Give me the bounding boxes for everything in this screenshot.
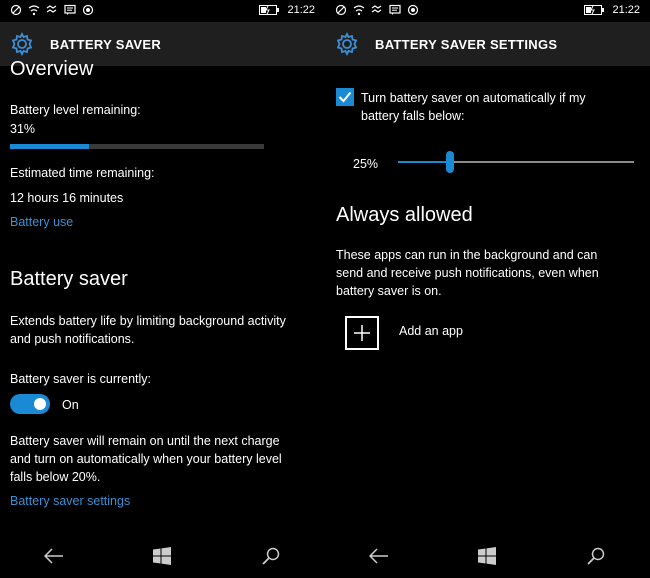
battery-use-link[interactable]: Battery use [10, 215, 73, 229]
auto-saver-checkbox[interactable] [336, 88, 354, 106]
estimated-time-label: Estimated time remaining: [10, 166, 155, 180]
toggle-knob [34, 398, 46, 410]
vibrate-icon [371, 4, 383, 16]
estimated-time-value: 12 hours 16 minutes [10, 191, 124, 205]
add-app-button[interactable] [345, 316, 379, 350]
saver-description-line-1: Extends battery life by limiting backgro… [10, 314, 286, 328]
remain-text-line-3: falls below 20%. [10, 470, 101, 484]
battery-saver-toggle[interactable] [10, 394, 50, 414]
windows-icon[interactable] [475, 544, 499, 568]
allowed-description-line-2: send and receive push notifications, eve… [336, 266, 599, 280]
battery-saver-settings-link[interactable]: Battery saver settings [10, 494, 130, 508]
search-icon[interactable] [259, 544, 283, 568]
always-allowed-heading: Always allowed [336, 204, 473, 226]
status-time: 21:22 [287, 4, 315, 16]
signal-icon [335, 4, 347, 16]
settings-content: Turn battery saver on automatically if m… [325, 66, 650, 534]
add-app-label[interactable]: Add an app [399, 322, 463, 340]
threshold-slider-fill [398, 161, 450, 163]
nav-bar [0, 534, 325, 578]
battery-level-value: 31% [10, 122, 36, 136]
battery-charging-icon [584, 5, 605, 15]
battery-charging-icon [259, 5, 280, 15]
checkbox-label-line-1: Turn battery saver on automatically if m… [361, 91, 586, 105]
saver-currently-label: Battery saver is currently: [10, 372, 152, 386]
battery-saver-heading: Battery saver [10, 268, 128, 290]
signal-icon [10, 4, 22, 16]
allowed-description-line-3: battery saver is on. [336, 284, 442, 298]
remain-text-line-2: and turn on automatically when your batt… [10, 452, 282, 466]
allowed-description-line-1: These apps can run in the background and… [336, 248, 598, 262]
page-title: BATTERY SAVER [50, 36, 162, 52]
gear-icon[interactable] [10, 31, 34, 57]
status-bar: 21:22 [0, 0, 325, 22]
gear-icon[interactable] [335, 31, 359, 57]
search-icon[interactable] [584, 544, 608, 568]
nav-bar [325, 534, 650, 578]
remain-text-line-1: Battery saver will remain on until the n… [10, 434, 280, 448]
overview-heading: Overview [10, 58, 94, 80]
message-icon [389, 4, 401, 16]
battery-saver-settings-screen: 21:22 BATTERY SAVER SETTINGS Turn batter… [325, 0, 650, 578]
checkmark-icon [338, 91, 352, 103]
windows-icon[interactable] [150, 544, 174, 568]
status-bar: 21:22 [325, 0, 650, 22]
battery-level-bar [10, 144, 264, 149]
toggle-state-label: On [62, 398, 79, 412]
wifi-icon [28, 4, 40, 16]
location-icon [407, 4, 419, 16]
back-icon[interactable] [42, 544, 66, 568]
slider-value-label: 25% [353, 157, 379, 171]
page-title: BATTERY SAVER SETTINGS [375, 36, 558, 52]
checkbox-label-line-2: battery falls below: [361, 109, 465, 123]
vibrate-icon [46, 4, 58, 16]
back-icon[interactable] [367, 544, 391, 568]
threshold-slider-thumb[interactable] [445, 151, 454, 173]
plus-icon [354, 325, 370, 341]
saver-description-line-2: and push notifications. [10, 332, 135, 346]
battery-level-label: Battery level remaining: [10, 103, 141, 117]
battery-saver-content: Overview Battery level remaining: 31% Es… [0, 58, 325, 534]
battery-level-fill [10, 144, 89, 149]
status-time: 21:22 [612, 4, 640, 16]
message-icon [64, 4, 76, 16]
battery-saver-screen: 21:22 BATTERY SAVER Overview Battery lev… [0, 0, 325, 578]
location-icon [82, 4, 94, 16]
wifi-icon [353, 4, 365, 16]
app-header: BATTERY SAVER SETTINGS [325, 22, 650, 66]
